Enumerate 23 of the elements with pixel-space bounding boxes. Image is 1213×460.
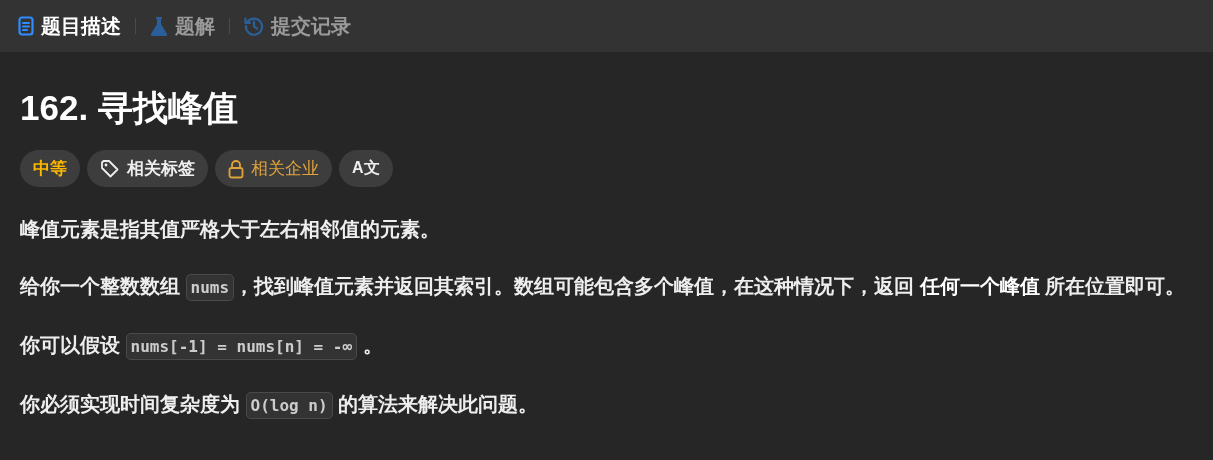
history-icon	[244, 16, 264, 36]
tab[interactable]: 题解	[146, 12, 219, 40]
problem-title: 162. 寻找峰值	[20, 87, 239, 129]
tag-icon	[100, 158, 120, 179]
paragraph-text: 。	[361, 334, 383, 356]
inline-code: nums[-1] = nums[n] = -∞	[125, 333, 358, 360]
companies-button[interactable]: 相关企业	[215, 150, 332, 187]
paragraph-text: ，找到峰值元素并返回其索引。数组可能包含多个峰值，在这种情况下，返回 任何一个峰值 所在位置即可。	[234, 275, 1186, 297]
tab[interactable]: 题目描述	[14, 12, 125, 40]
difficulty-badge: 中等	[20, 150, 80, 187]
tags-button[interactable]: 相关标签	[87, 150, 208, 187]
lock-icon	[228, 158, 244, 179]
paragraph-text: 你可以假设	[20, 334, 121, 356]
paragraph-text: 的算法来解决此问题。	[337, 393, 539, 415]
paragraph-text: 你必须实现时间复杂度为	[20, 393, 241, 415]
flask-icon	[150, 16, 168, 36]
translate-button[interactable]: A文	[339, 150, 393, 187]
document-icon	[18, 16, 34, 36]
tab[interactable]: 提交记录	[240, 12, 355, 40]
inline-code: O(log n)	[245, 392, 333, 419]
paragraph-text: 峰值元素是指其值严格大于左右相邻值的元素。	[20, 218, 440, 240]
paragraph-text: 给你一个整数数组	[20, 275, 181, 297]
inline-code: nums	[185, 274, 235, 301]
